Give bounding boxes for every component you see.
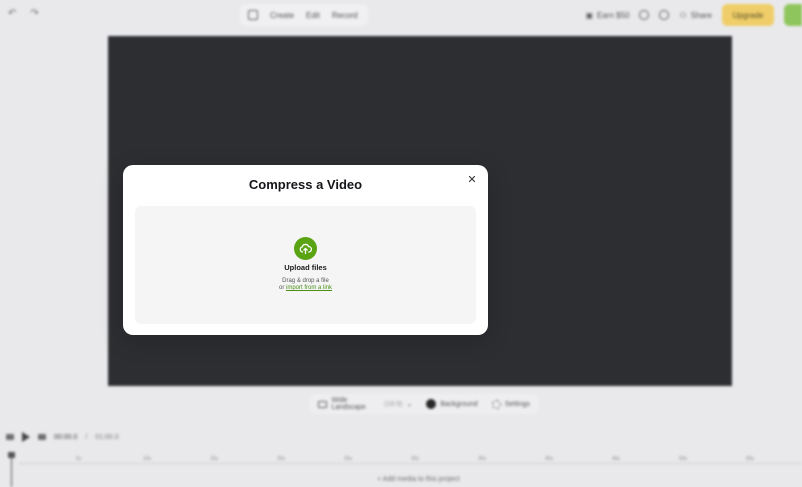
dialog-title: Compress a Video: [248, 177, 363, 192]
import-line: or import from a link: [135, 285, 476, 291]
file-dropzone[interactable]: Upload files Drag & drop a file or impor…: [135, 206, 476, 324]
close-icon[interactable]: ✕: [465, 172, 479, 186]
or-text: or: [278, 285, 285, 291]
upload-cloud-icon[interactable]: [294, 237, 317, 260]
drag-drop-hint: Drag & drop a file: [282, 278, 329, 284]
app-window: ↶ ↷ Create Edit Record ▣ Earn $50 ⚇ Shar…: [0, 0, 802, 487]
compress-video-dialog: Compress a Video ✕ Upload files Drag & d…: [123, 165, 488, 335]
upload-files-label: Upload files: [284, 263, 327, 272]
import-from-link[interactable]: import from a link: [286, 285, 332, 291]
